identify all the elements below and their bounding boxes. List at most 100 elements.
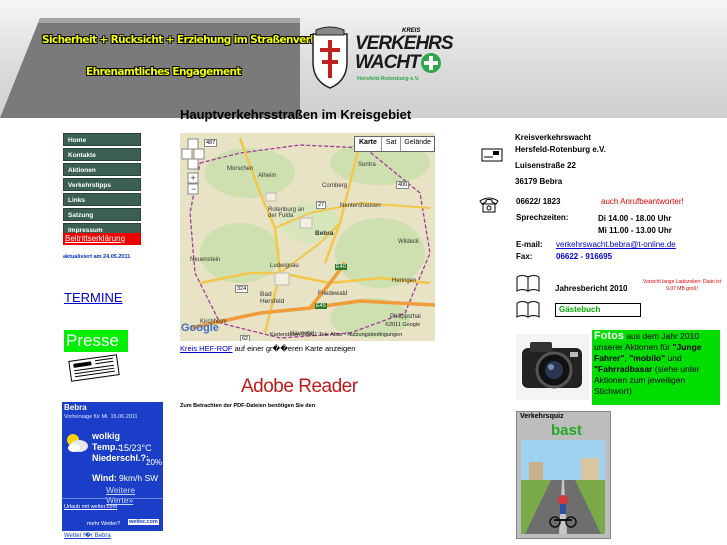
last-updated: aktualisiert am 24.05.2011 [63, 254, 131, 260]
phone-icon [479, 197, 499, 213]
weather-wind-label: Wind: [92, 473, 117, 483]
weather-forecast-title: Vorhersage für Mi. 15.06.2011 [64, 414, 138, 420]
map-place: Alheim [258, 173, 277, 179]
contact-answering: auch Anrufbeantworter! [601, 197, 684, 206]
map-type-gelaende[interactable]: Gelände [401, 137, 433, 151]
map-place: Sontra [358, 162, 376, 168]
quiz-scene-image [521, 440, 605, 534]
guestbook-button[interactable]: Gästebuch [555, 303, 641, 317]
weather-rain-value: 20% [146, 458, 163, 467]
nav-item-aktionen[interactable]: Aktionen [63, 163, 141, 176]
cloudy-weather-icon [67, 434, 88, 452]
guestbook-book-icon[interactable] [516, 300, 540, 318]
weather-widget: Bebra Vorhersage für Mi. 15.06.2011 wolk… [62, 402, 163, 542]
plus-icon [421, 53, 441, 73]
termine-link[interactable]: TERMINE [64, 290, 123, 305]
mail-icon [481, 148, 503, 162]
contact-fax: 06622 - 916695 [556, 252, 613, 261]
weather-city: Bebra [64, 403, 87, 412]
road-shield: 27 [316, 201, 327, 209]
camera-image[interactable] [516, 334, 590, 400]
svg-text:−: − [191, 184, 196, 194]
nav-item-satzung[interactable]: Satzung [63, 208, 141, 221]
weather-footer-link[interactable]: Wetter f�r Bebra [64, 532, 111, 539]
beitritt-link[interactable]: Beitrittserklärung [63, 233, 141, 245]
contact-hours2: Mi 11.00 - 13.00 Uhr [598, 226, 672, 235]
map-place: Rotenburg an der Fulda [268, 207, 305, 219]
annual-report-link[interactable]: Jahresbericht 2010 [555, 284, 628, 293]
map-copyright-google: ©2011 Google [385, 322, 421, 328]
map-copyright[interactable]: Kartendaten ©2011 Tele Atlas - Nutzungsb… [270, 332, 402, 338]
road-shield: 324 [235, 285, 249, 293]
slogan-line1: Sicherheit + Rücksicht + Erziehung im St… [42, 34, 335, 46]
weather-condition: wolkig [92, 431, 121, 441]
map-type-control: Karte Sat Gelände [354, 136, 435, 152]
newspaper-icon[interactable] [66, 354, 122, 382]
weather-rain-label: Niederschl.?: [92, 453, 150, 463]
wetter-logo[interactable]: wetter.com [128, 519, 159, 525]
larger-map-text: auf einer gr��eren Karte anzeigen [232, 344, 356, 353]
contact-city: 36179 Bebra [515, 177, 563, 186]
adobe-reader-logo[interactable]: Adobe Reader [241, 376, 358, 398]
verkehrswacht-logo[interactable]: KREIS VERKEHRS WACHT Hersfeld-Rotenburg … [310, 26, 454, 96]
contact-hours-label: Sprechzeiten: [516, 213, 569, 222]
weather-more-weather: mehr Wetter? [87, 521, 121, 527]
contact-email-label: E-mail: [516, 240, 543, 249]
map-place: Heringen [392, 278, 417, 284]
book-icon[interactable] [516, 274, 540, 292]
map-type-sat[interactable]: Sat [382, 137, 402, 151]
weather-urlaub-link[interactable]: Urlaub mit wetter.com [64, 504, 117, 510]
svg-text:+: + [191, 173, 196, 183]
logo-sub: Hersfeld-Rotenburg e.V. [357, 76, 420, 82]
page-title: Hauptverkehrsstraßen im Kreisgebiet [180, 107, 412, 122]
fotos-und: und [665, 353, 682, 363]
map-place: Ludwigsau [270, 263, 299, 269]
larger-map-link[interactable]: Kreis HEF-ROF [180, 344, 233, 353]
map-place: Bebra [315, 230, 334, 237]
map-place: Friedewald [318, 291, 348, 297]
weather-footer: Wetter f�r Bebra [62, 531, 163, 542]
nav-item-home[interactable]: Home [63, 133, 141, 146]
google-logo[interactable]: Google [181, 322, 219, 334]
map-caption: Kreis HEF-ROF auf einer gr��eren Karte a… [180, 344, 355, 353]
fotos-mobilo: "mobilo" [629, 353, 666, 363]
road-shield: 487 [204, 139, 218, 147]
map-place: Nentershausen [340, 203, 381, 209]
contact-street: Luisenstraße 22 [515, 161, 576, 170]
main-nav: Home Kontakte Aktionen Verkehrstipps Lin… [63, 133, 141, 238]
pdf-note: Zum Betrachten der PDF-Dateien benötigen… [180, 403, 316, 409]
verkehrsquiz-box[interactable]: Verkehrsquiz bast [516, 411, 611, 539]
map-place: Neuenstein [190, 257, 221, 263]
road-shield: E45 [315, 303, 327, 309]
weather-wind-value: 9km/h SW [119, 473, 159, 483]
map-type-karte[interactable]: Karte [355, 137, 382, 151]
quiz-title: Verkehrsquiz [520, 413, 564, 420]
map-place: Bad Hersfeld [260, 291, 285, 305]
logo-word2: WACHT [355, 52, 421, 73]
contact-email-link[interactable]: verkehrswacht.bebra@t-online.de [556, 240, 676, 249]
slogan-line2: Ehrenamtliches Engagement [86, 66, 241, 78]
nav-item-links[interactable]: Links [63, 193, 141, 206]
nav-item-kontakte[interactable]: Kontakte [63, 148, 141, 161]
weather-divider [62, 498, 163, 499]
weather-more-link[interactable]: Weitere Werte» [106, 485, 163, 505]
weather-temp-label: Temp.: [92, 442, 121, 452]
fotos-box[interactable]: Fotos aus dem Jahr 2010 unserer Aktionen… [592, 330, 720, 405]
fotos-word[interactable]: Fotos [594, 330, 624, 342]
contact-phone: 06622/ 1823 [516, 197, 561, 206]
download-warning: Vorsicht lange Ladezeiten: Datei ist 9,0… [642, 279, 722, 292]
map-canvas[interactable]: + − [180, 133, 435, 341]
google-map[interactable]: + − Morschen Alheim Sontra Cornberg Nent… [180, 133, 435, 341]
road-shield: 400 [396, 181, 410, 189]
road-shield: 62 [240, 335, 251, 341]
nav-item-verkehrstipps[interactable]: Verkehrstipps [63, 178, 141, 191]
contact-org1: Kreisverkehrswacht [515, 133, 592, 142]
map-place: Morschen [227, 166, 254, 172]
road-shield: E40 [335, 264, 347, 270]
presse-label[interactable]: Presse [64, 330, 119, 352]
contact-hours1: Di 14.00 - 18.00 Uhr [598, 214, 672, 223]
contact-org2: Hersfeld-Rotenburg e.V. [515, 145, 606, 154]
map-place: Wildeck [398, 239, 420, 245]
quiz-bast-logo: bast [551, 422, 582, 439]
map-place: Philippsthal [390, 314, 421, 320]
